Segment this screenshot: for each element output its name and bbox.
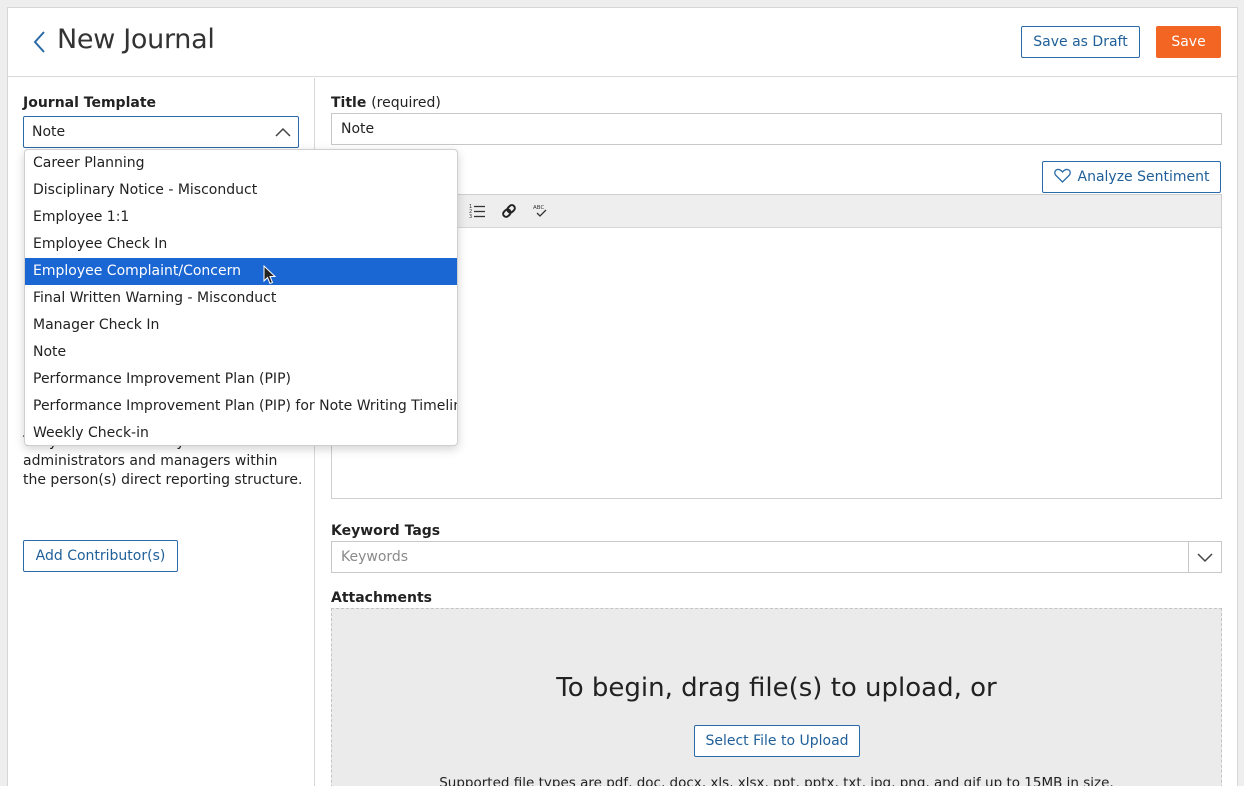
required-note: (required) <box>371 95 441 111</box>
keyword-placeholder: Keywords <box>341 549 409 565</box>
add-contributors-button[interactable]: Add Contributor(s) <box>23 540 178 572</box>
title-label: Title (required) <box>331 95 441 111</box>
analyze-sentiment-button[interactable]: Analyze Sentiment <box>1042 161 1221 193</box>
analyze-sentiment-label: Analyze Sentiment <box>1077 169 1210 185</box>
dropdown-option[interactable]: Employee Check In <box>25 231 457 258</box>
supported-types-note: Supported file types are pdf, doc, docx,… <box>439 775 1114 786</box>
dropdown-option[interactable]: Performance Improvement Plan (PIP) for N… <box>25 393 457 420</box>
chevron-up-icon <box>274 124 292 140</box>
heart-icon <box>1053 168 1071 187</box>
dropdown-option[interactable]: Disciplinary Notice - Misconduct <box>25 177 457 204</box>
title-label-text: Title <box>331 95 367 111</box>
rich-text-editor[interactable]: 123 ABC <box>331 194 1222 499</box>
numbered-list-icon[interactable]: 123 <box>469 203 487 220</box>
chevron-down-icon[interactable] <box>1188 542 1221 572</box>
svg-text:3: 3 <box>469 214 472 219</box>
editor-toolbar: 123 ABC <box>332 195 1221 228</box>
file-dropzone[interactable]: To begin, drag file(s) to upload, or Sel… <box>331 608 1222 786</box>
chevron-left-icon[interactable] <box>30 28 50 56</box>
attachments-label: Attachments <box>331 590 433 606</box>
page-header: New Journal Save as Draft Save <box>8 8 1237 77</box>
save-button[interactable]: Save <box>1156 26 1221 58</box>
template-select-value: Note <box>32 124 66 140</box>
link-icon[interactable] <box>500 203 518 219</box>
dropzone-title: To begin, drag file(s) to upload, or <box>556 673 997 703</box>
svg-text:ABC: ABC <box>533 205 544 211</box>
title-input[interactable] <box>331 113 1222 145</box>
spellcheck-icon[interactable]: ABC <box>532 203 550 219</box>
keyword-tags-input[interactable]: Keywords <box>331 541 1222 573</box>
dropdown-option[interactable]: Performance Improvement Plan (PIP) <box>25 366 457 393</box>
dropdown-option-highlighted[interactable]: Employee Complaint/Concern <box>25 258 457 285</box>
dropdown-option[interactable]: Note <box>25 339 457 366</box>
dropdown-option[interactable]: Career Planning <box>25 150 457 177</box>
page-title: New Journal <box>57 24 215 55</box>
dropdown-option[interactable]: Employee 1:1 <box>25 204 457 231</box>
dropdown-option[interactable]: Weekly Check-in <box>25 420 457 445</box>
dropdown-option[interactable]: Final Written Warning - Misconduct <box>25 285 457 312</box>
template-label: Journal Template <box>23 95 157 111</box>
template-select[interactable]: Note <box>23 116 299 148</box>
save-as-draft-button[interactable]: Save as Draft <box>1021 26 1140 58</box>
dropdown-option[interactable]: Manager Check In <box>25 312 457 339</box>
keyword-tags-label: Keyword Tags <box>331 523 441 539</box>
select-file-button[interactable]: Select File to Upload <box>694 725 860 757</box>
template-dropdown-menu: Career Planning Disciplinary Notice - Mi… <box>24 149 458 446</box>
